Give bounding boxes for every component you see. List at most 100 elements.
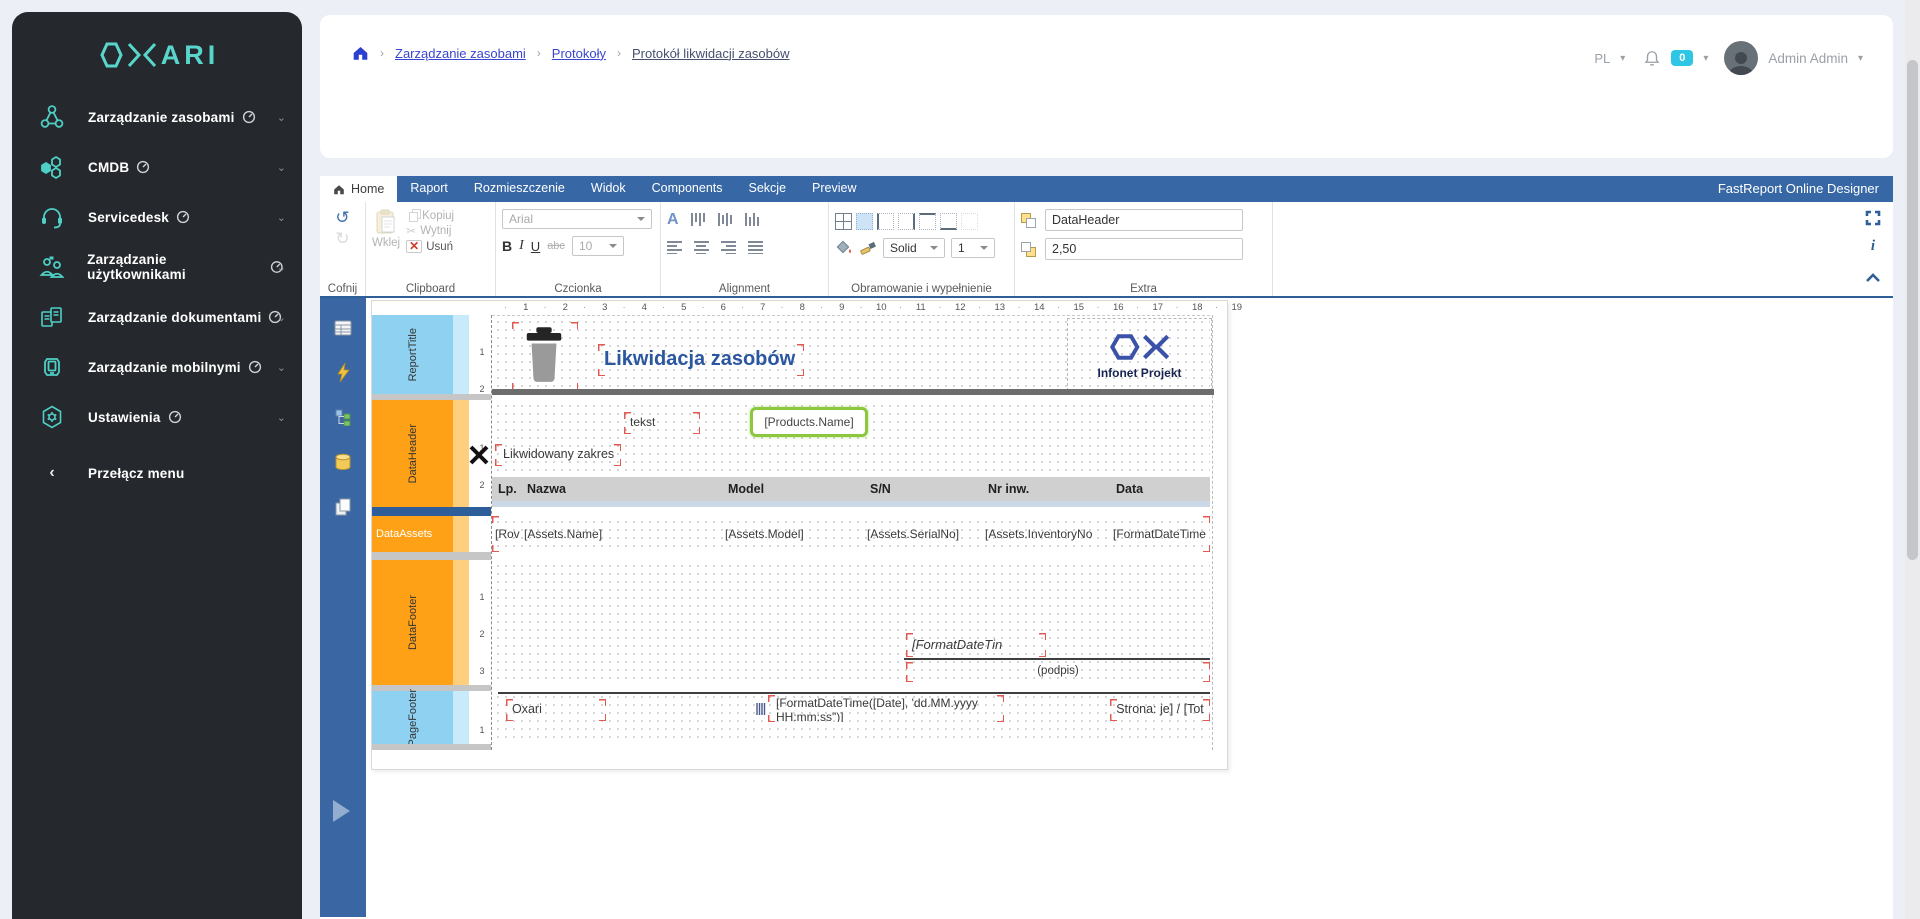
border-color-icon[interactable]	[961, 212, 978, 230]
font-size-select[interactable]: 10	[571, 236, 624, 256]
avatar[interactable]	[1724, 41, 1759, 75]
border-top-icon[interactable]	[919, 212, 936, 230]
notification-badge[interactable]: 0	[1671, 50, 1694, 66]
home-icon[interactable]	[352, 45, 369, 61]
signature-label-object[interactable]: (podpis)	[906, 662, 1210, 682]
column-header-data[interactable]: Data	[1110, 482, 1210, 496]
report-tree-icon[interactable]	[335, 409, 352, 426]
cell-row-number[interactable]: [Rov	[492, 527, 521, 541]
font-family-select[interactable]: Arial	[502, 209, 652, 229]
breadcrumb-link-protokoly[interactable]: Protokoły	[552, 46, 606, 61]
copy-button[interactable]: Kopiuj	[406, 209, 454, 222]
dataassets-band-area[interactable]: [Rov [Assets.Name] [Assets.Model] [Asset…	[492, 516, 1210, 552]
run-report-play-icon[interactable]	[333, 800, 350, 822]
tab-sekcje[interactable]: Sekcje	[736, 176, 800, 202]
bell-icon[interactable]	[1643, 49, 1661, 68]
image-placeholder-x-icon[interactable]	[468, 444, 490, 466]
band-label-dataassets[interactable]: DataAssets	[372, 516, 491, 552]
vertical-align-top-icon[interactable]	[690, 213, 706, 227]
cell-asset-model[interactable]: [Assets.Model]	[722, 527, 864, 541]
sidebar-item-uzytkownicy[interactable]: Zarządzanie użytkownikami ⌄	[12, 242, 302, 292]
sidebar-item-servicedesk[interactable]: Servicedesk ⌄	[12, 192, 302, 242]
assets-table-header[interactable]: Lp. Nazwa Model S/N Nr inw. Data	[492, 477, 1210, 501]
scrollbar-thumb[interactable]	[1907, 60, 1918, 560]
band-label-datafooter[interactable]: DataFooter 123	[372, 560, 491, 685]
column-header-lp[interactable]: Lp.	[492, 482, 521, 496]
report-title-text-object[interactable]: Likwidacja zasobów	[598, 344, 804, 376]
sidebar-toggle-menu[interactable]: ‹ Przełącz menu	[12, 448, 302, 498]
align-right-icon[interactable]	[721, 240, 736, 254]
band-height-input[interactable]	[1045, 238, 1243, 260]
dataheader-band-area[interactable]: tekst [Products.Name] Likwidowany zakres…	[469, 400, 1210, 507]
pages-icon[interactable]	[334, 498, 352, 516]
pagefooter-band-area[interactable]: Oxari [FormatDateTime([Date], 'dd.MM.yyy…	[492, 691, 1210, 744]
company-logo-object[interactable]: Infonet Projekt	[1067, 318, 1212, 391]
tab-preview[interactable]: Preview	[799, 176, 869, 202]
pagefooter-top-line-object[interactable]	[498, 692, 1210, 694]
cut-button[interactable]: ✂ Wytnij	[406, 224, 454, 238]
sidebar-item-cmdb[interactable]: CMDB ⌄	[12, 142, 302, 192]
tab-raport[interactable]: Raport	[397, 176, 461, 202]
datetime-field-object[interactable]: [FormatDateTime([Date], 'dd.MM.yyyy HH:m…	[768, 695, 1004, 722]
sidebar-item-mobilne[interactable]: Zarządzanie mobilnymi ⌄	[12, 342, 302, 392]
company-name-object[interactable]: Oxari	[506, 699, 606, 721]
delete-button[interactable]: ✕ Usuń	[406, 240, 454, 253]
tab-components[interactable]: Components	[639, 176, 736, 202]
cell-asset-inventory[interactable]: [Assets.InventoryNo	[982, 527, 1110, 541]
properties-icon[interactable]	[334, 320, 352, 336]
assets-data-row[interactable]: [Rov [Assets.Name] [Assets.Model] [Asset…	[492, 516, 1210, 552]
brush-icon[interactable]	[859, 240, 877, 256]
sidebar-item-dokumenty[interactable]: Zarządzanie dokumentami ⌄	[12, 292, 302, 342]
undo-button[interactable]: ↺	[335, 209, 349, 226]
breadcrumb-link-zasoby[interactable]: Zarządzanie zasobami	[395, 46, 526, 61]
border-left-icon[interactable]	[877, 212, 894, 230]
page-scrollbar[interactable]	[1905, 0, 1920, 919]
cell-asset-date[interactable]: [FormatDateTime	[1110, 527, 1210, 541]
vertical-align-middle-icon[interactable]	[717, 213, 733, 227]
user-name[interactable]: Admin Admin	[1768, 51, 1848, 66]
border-none-icon[interactable]	[856, 212, 873, 230]
info-icon[interactable]: i	[1871, 238, 1875, 255]
send-to-back-icon[interactable]	[1021, 241, 1037, 257]
cell-asset-name[interactable]: [Assets.Name]	[521, 527, 722, 541]
datafooter-band-area[interactable]: [FormatDateTin (podpis)	[492, 560, 1210, 685]
column-header-nrinw[interactable]: Nr inw.	[982, 482, 1110, 496]
strikethrough-button[interactable]: abc	[547, 240, 565, 252]
text-color-button[interactable]: A	[667, 211, 679, 229]
border-style-select[interactable]: Solid	[883, 238, 945, 258]
text-placeholder-object[interactable]: tekst	[624, 412, 700, 434]
tab-widok[interactable]: Widok	[578, 176, 639, 202]
fill-bucket-icon[interactable]	[835, 240, 853, 256]
align-center-icon[interactable]	[694, 240, 709, 254]
report-page[interactable]: 12345678910111213141516171819 ReportTitl…	[371, 300, 1242, 770]
page-number-object[interactable]: Strona: je] / [Tot	[1110, 699, 1210, 721]
align-justify-icon[interactable]	[748, 240, 763, 254]
scope-label-object[interactable]: Likwidowany zakres	[495, 444, 621, 466]
bring-to-front-icon[interactable]	[1021, 212, 1037, 228]
vertical-align-bottom-icon[interactable]	[744, 213, 760, 227]
band-label-reporttitle[interactable]: ReportTitle 12	[372, 315, 491, 394]
tab-rozmieszczenie[interactable]: Rozmieszczenie	[461, 176, 578, 202]
band-name-input[interactable]	[1045, 209, 1243, 231]
signature-line-object[interactable]	[904, 658, 1210, 660]
underline-button[interactable]: U	[531, 239, 540, 254]
sidebar-item-ustawienia[interactable]: Ustawienia ⌄	[12, 392, 302, 442]
bold-button[interactable]: B	[502, 238, 512, 254]
trash-image-object[interactable]	[512, 322, 578, 390]
sidebar-item-zasoby[interactable]: Zarządzanie zasobami ⌄	[12, 92, 302, 142]
cell-asset-serial[interactable]: [Assets.SerialNo]	[864, 527, 982, 541]
fullscreen-icon[interactable]	[1865, 210, 1881, 226]
column-header-model[interactable]: Model	[722, 482, 864, 496]
footer-date-field-object[interactable]: [FormatDateTin	[906, 633, 1046, 657]
events-lightning-icon[interactable]	[336, 363, 351, 382]
band-label-pagefooter[interactable]: PageFooter 1	[372, 689, 491, 746]
border-all-icon[interactable]	[835, 212, 852, 230]
breadcrumb-current[interactable]: Protokół likwidacji zasobów	[632, 46, 790, 61]
border-width-select[interactable]: 1	[951, 238, 995, 258]
align-left-icon[interactable]	[667, 240, 682, 254]
redo-button[interactable]: ↻	[335, 230, 349, 247]
product-name-field-selected[interactable]: [Products.Name]	[750, 407, 868, 437]
collapse-toolbar-icon[interactable]	[1866, 273, 1880, 282]
tab-home[interactable]: Home	[320, 176, 398, 202]
paste-button[interactable]: Wklej	[372, 209, 400, 280]
